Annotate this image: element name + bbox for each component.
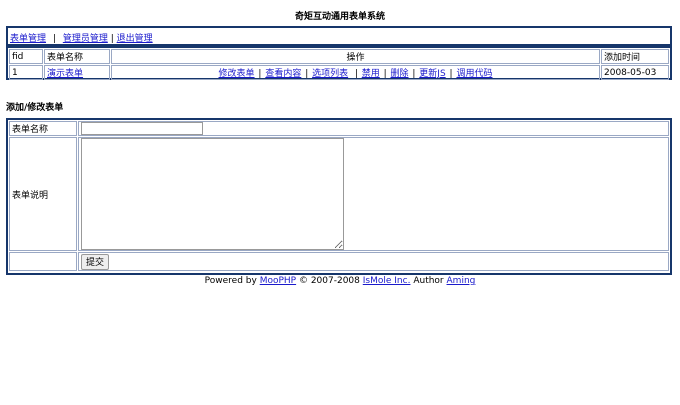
- op-delete[interactable]: 删除: [391, 69, 409, 79]
- header-ops: 操作: [111, 49, 600, 64]
- form-desc-textarea[interactable]: [81, 138, 344, 250]
- row-name-cell: 演示表单: [44, 65, 110, 80]
- page-title: 奇矩互动通用表单系统: [294, 12, 385, 22]
- nav-link-logout[interactable]: 退出管理: [117, 34, 153, 44]
- form-list-table: fid 表单名称 操作 添加时间 1 演示表单 修改表单 | 查看内容 | 选项…: [8, 48, 670, 81]
- form-name-cell: [78, 121, 669, 136]
- op-view-content[interactable]: 查看内容: [265, 69, 301, 79]
- op-update-js[interactable]: 更新JS: [419, 69, 445, 79]
- header-fid: fid: [9, 49, 43, 64]
- form-row-desc: 表单说明: [9, 137, 669, 251]
- header-date: 添加时间: [601, 49, 669, 64]
- form-submit-cell: 提交: [78, 252, 669, 271]
- edit-form: 表单名称 表单说明 提交: [6, 118, 672, 275]
- form-name-label: 表单名称: [9, 121, 77, 136]
- form-row-submit: 提交: [9, 252, 669, 271]
- row-date: 2008-05-03: [601, 65, 669, 80]
- footer-product-link[interactable]: MooPHP: [260, 276, 296, 286]
- footer-prefix: Powered by: [204, 276, 257, 286]
- footer-company-link[interactable]: IsMole Inc.: [363, 276, 411, 286]
- nav-link-forms[interactable]: 表单管理: [10, 34, 46, 44]
- header-name: 表单名称: [44, 49, 110, 64]
- form-row-name: 表单名称: [9, 121, 669, 136]
- nav-separator: |: [110, 34, 114, 44]
- nav-separator: |: [52, 34, 56, 44]
- op-option-list[interactable]: 选项列表: [312, 69, 348, 79]
- form-submit-spacer: [9, 252, 77, 271]
- op-embed-code[interactable]: 调用代码: [456, 69, 492, 79]
- form-list: fid 表单名称 操作 添加时间 1 演示表单 修改表单 | 查看内容 | 选项…: [6, 46, 672, 80]
- op-edit-form[interactable]: 修改表单: [219, 69, 255, 79]
- form-desc-label: 表单说明: [9, 137, 77, 251]
- footer: Powered by MooPHP © 2007-2008 IsMole Inc…: [0, 276, 680, 286]
- footer-copyright: © 2007-2008: [298, 276, 360, 286]
- form-name-input[interactable]: [81, 122, 203, 135]
- op-disable[interactable]: 禁用: [362, 69, 380, 79]
- row-form-name-link[interactable]: 演示表单: [47, 69, 83, 79]
- edit-form-table: 表单名称 表单说明 提交: [8, 120, 670, 272]
- footer-author-link[interactable]: Aming: [447, 276, 476, 286]
- row-ops-cell: 修改表单 | 查看内容 | 选项列表 | 禁用 | 删除 | 更新JS | 调用…: [111, 65, 600, 80]
- table-header-row: fid 表单名称 操作 添加时间: [9, 49, 669, 64]
- nav-bar: 表单管理 | 管理员管理 | 退出管理: [6, 26, 672, 46]
- nav-link-admins[interactable]: 管理员管理: [63, 34, 108, 44]
- section-title: 添加/修改表单: [6, 103, 64, 113]
- submit-button[interactable]: 提交: [81, 253, 110, 270]
- table-row: 1 演示表单 修改表单 | 查看内容 | 选项列表 | 禁用 | 删除 | 更新…: [9, 65, 669, 80]
- footer-author-label: Author: [413, 276, 444, 286]
- form-desc-cell: [78, 137, 669, 251]
- row-fid: 1: [9, 65, 43, 80]
